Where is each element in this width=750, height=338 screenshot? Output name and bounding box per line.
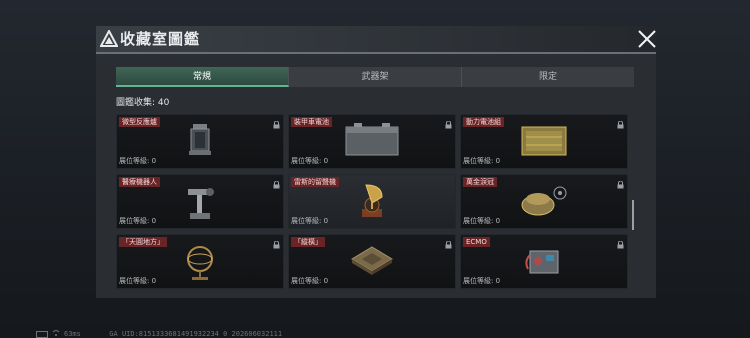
collection-card[interactable]: 醫療機器人 展位等級: 0 [116, 174, 284, 229]
booth-level: 展位等級: 0 [291, 157, 329, 165]
tab-regular[interactable]: 常規 [116, 67, 289, 87]
collection-card[interactable]: ECMO 展位等級: 0 [460, 234, 628, 289]
collection-card[interactable]: 「天圓地方」 展位等級: 0 [116, 234, 284, 289]
lock-icon [273, 241, 280, 249]
item-name: 萬金淚冠 [463, 177, 497, 187]
booth-level: 展位等級: 0 [119, 157, 157, 165]
lock-icon [273, 121, 280, 129]
wifi-icon [52, 330, 60, 336]
booth-level: 展位等級: 0 [463, 217, 501, 225]
booth-level: 展位等級: 0 [119, 277, 157, 285]
collection-card[interactable]: 萬金淚冠 展位等級: 0 [460, 174, 628, 229]
item-name: 雷斯的留聲機 [291, 177, 339, 187]
item-name: ECMO [463, 237, 490, 247]
collection-card[interactable]: 「縱橫」 展位等級: 0 [288, 234, 456, 289]
scrollbar-thumb[interactable] [632, 200, 634, 230]
battery-icon [345, 123, 399, 156]
collection-card[interactable]: 雷斯的留聲機 展位等級: 0 [288, 174, 456, 229]
page-title: 收藏室圖鑑 [120, 30, 201, 48]
booth-level: 展位等級: 0 [291, 277, 329, 285]
item-name: 「縱橫」 [291, 237, 325, 247]
tab-weapon-rack[interactable]: 武器架 [289, 67, 462, 87]
collection-grid: 微型反應爐 展位等級: 0 裝甲車電池 展位等級: 0 動力電池組 展位等級: … [116, 114, 628, 290]
close-icon[interactable] [636, 28, 658, 50]
item-name: 微型反應爐 [119, 117, 160, 127]
uid-text: GA UID:8151333681491932234 0 20260603211… [109, 330, 283, 338]
crown-icon [521, 186, 567, 216]
ping-text: 63ms [64, 330, 81, 338]
lock-icon [617, 181, 624, 189]
booth-level: 展位等級: 0 [291, 217, 329, 225]
booth-level: 展位等級: 0 [119, 217, 157, 225]
collection-card[interactable]: 裝甲車電池 展位等級: 0 [288, 114, 456, 169]
logo-icon [100, 30, 118, 47]
gramophone-icon [362, 184, 383, 217]
booth-level: 展位等級: 0 [463, 157, 501, 165]
robot-arm-icon [188, 188, 214, 219]
item-name: 醫療機器人 [119, 177, 160, 187]
collection-card[interactable]: 微型反應爐 展位等級: 0 [116, 114, 284, 169]
ecmo-icon [525, 250, 559, 274]
chessboard-icon [351, 246, 393, 275]
lock-icon [273, 181, 280, 189]
reactor-icon [189, 124, 211, 155]
lock-icon [445, 121, 452, 129]
lock-icon [445, 241, 452, 249]
collection-card[interactable]: 動力電池組 展位等級: 0 [460, 114, 628, 169]
item-name: 「天圓地方」 [119, 237, 167, 247]
power-cell-icon [521, 126, 567, 156]
booth-level: 展位等級: 0 [463, 277, 501, 285]
tab-limited[interactable]: 限定 [462, 67, 634, 87]
battery-icon [36, 331, 48, 338]
lock-icon [617, 241, 624, 249]
lock-icon [617, 121, 624, 129]
collection-count: 圖鑑收集: 40 [116, 98, 170, 108]
armillary-icon [187, 246, 213, 280]
item-name: 動力電池組 [463, 117, 504, 127]
item-name: 裝甲車電池 [291, 117, 332, 127]
status-bar: 63ms GA UID:8151333681491932234 0 202606… [64, 330, 282, 338]
tab-bar: 常規 武器架 限定 [116, 67, 634, 87]
